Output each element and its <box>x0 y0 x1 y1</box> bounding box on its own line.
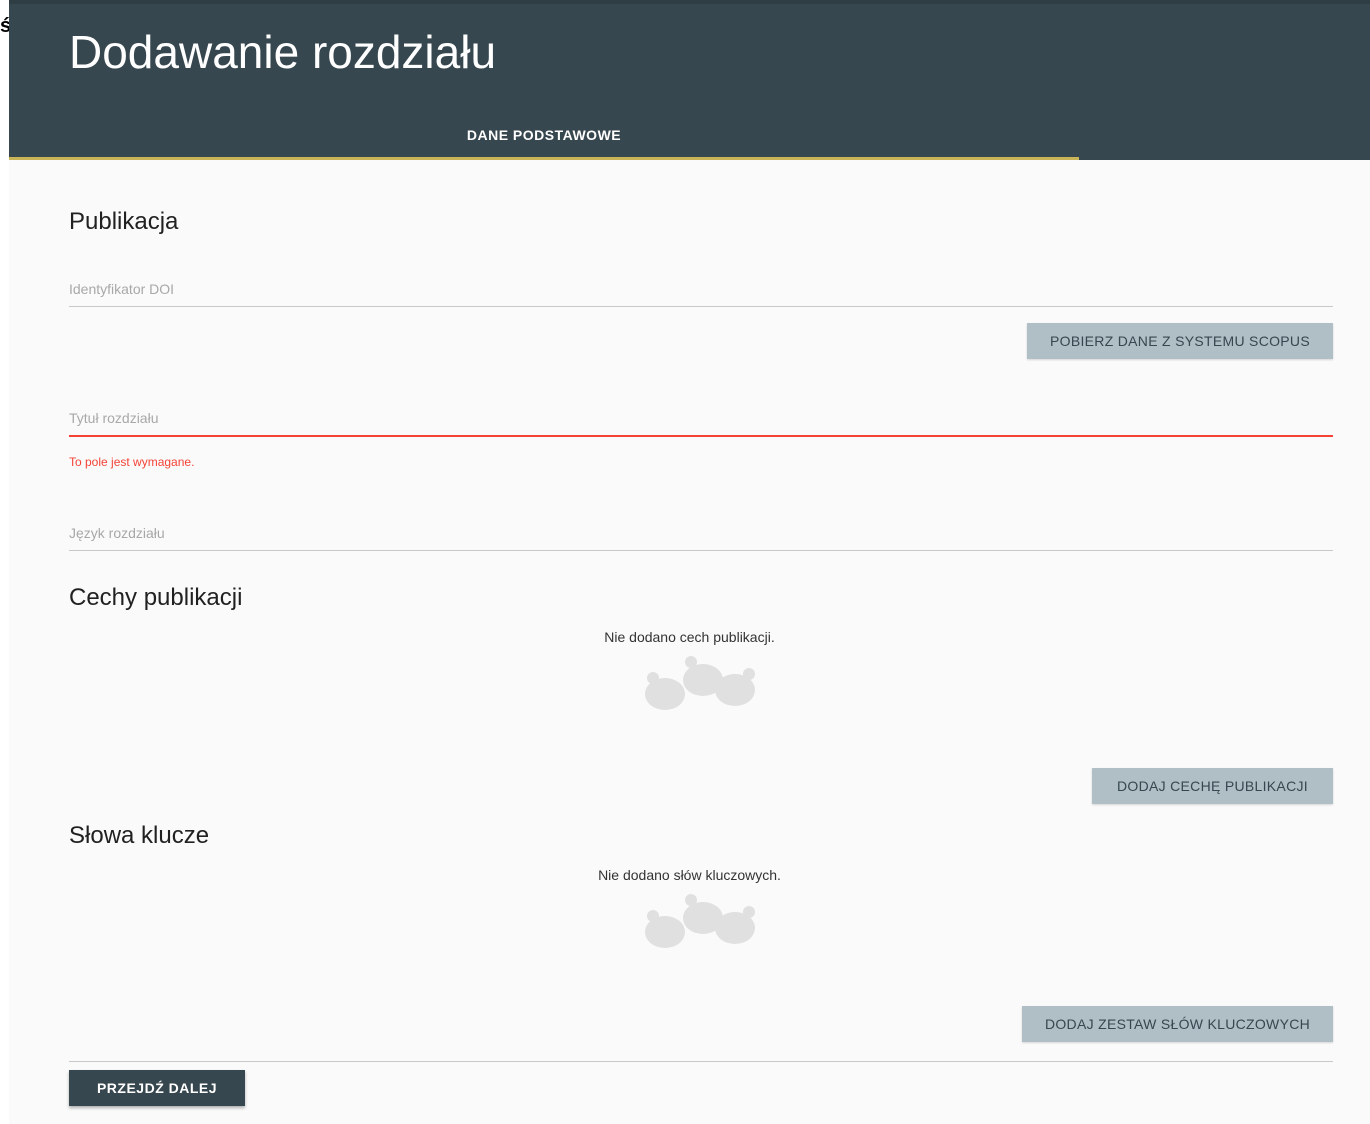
features-empty-text: Nie dodano cech publikacji. <box>604 629 775 645</box>
empty-state-illustration-icon <box>645 656 755 710</box>
chapter-title-input[interactable] <box>69 401 1333 437</box>
chapter-title-error: To pole jest wymagane. <box>69 455 195 469</box>
language-field-wrapper <box>69 515 1333 551</box>
page-title: Dodawanie rozdziału <box>69 26 497 78</box>
section-title-features: Cechy publikacji <box>69 584 243 611</box>
chapter-title-field-wrapper <box>69 401 1333 437</box>
fetch-scopus-button[interactable]: POBIERZ DANE Z SYSTEMU SCOPUS <box>1027 323 1333 359</box>
tab-dane-podstawowe[interactable]: DANE PODSTAWOWE <box>9 112 1079 158</box>
empty-state-illustration-icon <box>645 894 755 948</box>
section-title-keywords: Słowa klucze <box>69 822 210 849</box>
doi-input[interactable] <box>69 271 1333 307</box>
chapter-language-input[interactable] <box>69 515 1333 551</box>
form-content: Publikacja POBIERZ DANE Z SYSTEMU SCOPUS… <box>9 160 1370 1124</box>
doi-field-wrapper <box>69 271 1333 307</box>
add-keywords-set-button[interactable]: DODAJ ZESTAW SŁÓW KLUCZOWYCH <box>1022 1006 1333 1042</box>
keywords-empty-text: Nie dodano słów kluczowych. <box>598 867 781 883</box>
page-header: Dodawanie rozdziału DANE PODSTAWOWE <box>9 0 1370 160</box>
section-title-publication: Publikacja <box>69 208 179 235</box>
top-strip <box>9 0 1370 4</box>
footer-divider <box>69 1061 1333 1062</box>
next-button[interactable]: PRZEJDŹ DALEJ <box>69 1070 245 1106</box>
add-feature-button[interactable]: DODAJ CECHĘ PUBLIKACJI <box>1092 768 1333 804</box>
